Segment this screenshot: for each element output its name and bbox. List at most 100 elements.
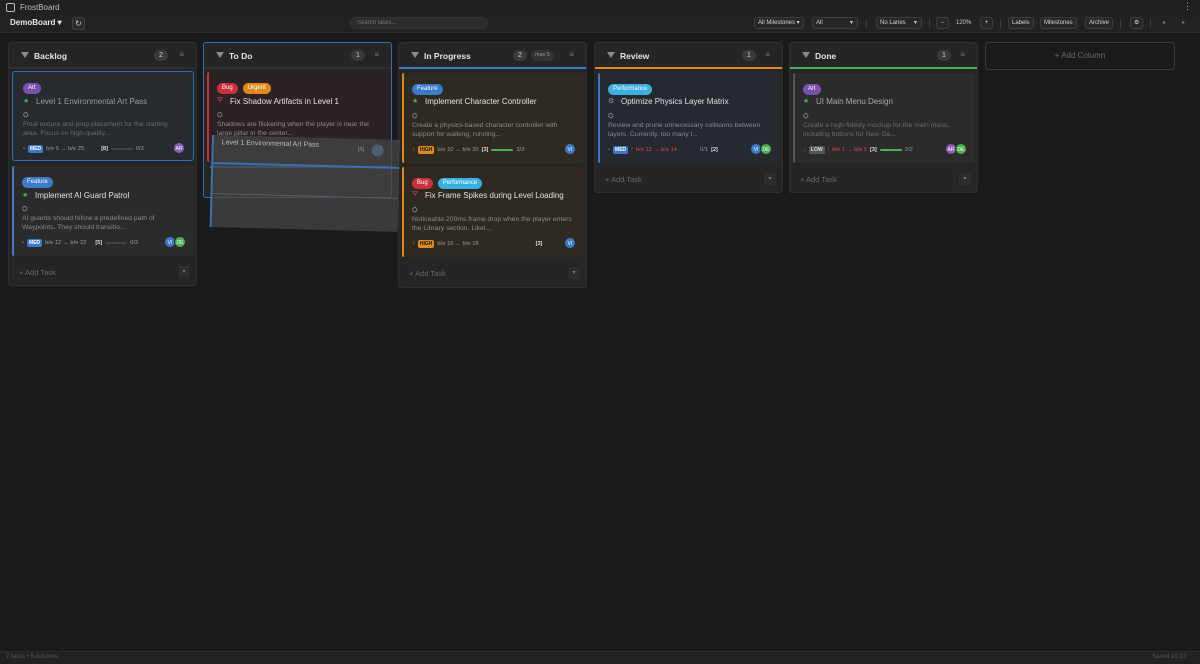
toolbar: DemoBoard ▾ ↻ All Milestones ▾ All ▾ No L… <box>0 15 1200 33</box>
task-count-badge: 1 <box>937 50 951 61</box>
label-chips: Art <box>23 80 43 94</box>
avatar[interactable]: VI <box>564 143 576 155</box>
story-points: [3] <box>481 147 489 153</box>
lanes-select[interactable]: No Lanes ▾ <box>876 17 922 29</box>
search-input[interactable] <box>350 17 488 29</box>
status-bar: 7 tasks • 5 columns Saved 10:37 <box>0 651 1200 664</box>
task-card[interactable]: Art ★ UI Main Menu Design ⛭ Create a hig… <box>793 73 975 163</box>
label-chip: Feature <box>22 177 53 188</box>
chevron-down-icon: ▾ <box>849 20 853 26</box>
column-menu-icon[interactable]: ≡ <box>569 50 574 59</box>
settings-icon[interactable]: ⚙ <box>1130 17 1143 29</box>
add-task-button[interactable]: + Add Task <box>605 175 642 184</box>
assignees: VI DE <box>750 143 772 155</box>
task-card[interactable]: Bug Performance ⛛ Fix Frame Spikes durin… <box>402 167 584 257</box>
label-chips: Feature <box>412 81 445 95</box>
add-task-button[interactable]: + Add Task <box>800 175 837 184</box>
collapse-caret-icon[interactable] <box>802 52 810 58</box>
attachment-icon: ⛭ <box>217 112 223 119</box>
avatar[interactable]: DE <box>174 236 186 248</box>
story-points: [3] <box>870 147 877 153</box>
chevron-down-icon: ▾ <box>913 20 917 26</box>
column-title: Done <box>815 51 837 61</box>
column-menu-icon[interactable]: ≡ <box>374 50 379 59</box>
add-task-options-icon[interactable]: ▾ <box>959 173 971 185</box>
divider <box>866 19 867 28</box>
gear-icon: ⚙ <box>608 98 615 105</box>
label-chip: Performance <box>608 84 653 95</box>
priority-badge: LOW <box>808 146 825 154</box>
star-icon: ★ <box>412 98 419 105</box>
card-stripe <box>793 73 795 163</box>
progress-text: 0/2 <box>130 240 139 246</box>
task-card[interactable]: Art ★ Level 1 Environmental Art Pass ⛭ F… <box>12 71 194 161</box>
divider <box>1120 19 1121 28</box>
collapse-caret-icon[interactable] <box>21 52 29 58</box>
label-chip: Urgent <box>242 83 271 94</box>
task-card[interactable]: Performance ⚙ Optimize Physics Layer Mat… <box>598 73 780 163</box>
priority-badge: HIGH <box>417 146 435 154</box>
app-icon <box>6 3 15 12</box>
back-icon[interactable]: ◂ <box>1162 17 1165 29</box>
app-title: FrostBoard <box>20 3 60 12</box>
column-menu-icon[interactable]: ≡ <box>960 50 965 59</box>
zoom-in-button[interactable]: + <box>980 17 993 29</box>
priority-badge: MED <box>27 239 43 247</box>
avatar[interactable]: VI <box>564 237 576 249</box>
column-title: Review <box>620 51 650 61</box>
labels-button[interactable]: Labels <box>1008 17 1034 29</box>
attachment-icon: ⛭ <box>608 113 614 120</box>
add-task-button[interactable]: + Add Task <box>409 269 446 278</box>
card-meta: ↑ HIGH b/e 16 → b/e 18 [3] <box>412 238 542 250</box>
add-task-options-icon[interactable]: ▾ <box>178 266 190 278</box>
bug-icon: ⛛ <box>217 97 223 104</box>
add-task-options-icon[interactable]: ▾ <box>764 173 776 185</box>
avatar[interactable]: DE <box>955 143 967 155</box>
label-chips: Feature <box>22 174 55 188</box>
card-description: Create a physics-based character control… <box>412 122 558 138</box>
status-filter[interactable]: All ▾ <box>812 17 858 29</box>
card-title: Level 1 Environmental Art Pass <box>36 97 148 106</box>
column-backlog: Backlog 2 ≡ Art ★ Level 1 Environmental … <box>8 42 197 286</box>
avatar[interactable]: DE <box>760 143 772 155</box>
card-description: Create a high-fidelity mockup for the ma… <box>803 122 950 138</box>
task-card[interactable]: Feature ★ Implement AI Guard Patrol ⛭ AI… <box>12 166 194 256</box>
task-card[interactable]: Feature ★ Implement Character Controller… <box>402 73 584 163</box>
label-chips: Bug Performance <box>412 175 484 189</box>
task-count-badge: 1 <box>351 50 365 61</box>
milestones-filter[interactable]: All Milestones ▾ <box>754 17 804 29</box>
collapse-caret-icon[interactable] <box>411 52 419 58</box>
avatar[interactable]: AR <box>173 142 185 154</box>
card-meta: • MED b/e 5 → b/e 25 [8] 0/2 <box>23 143 144 155</box>
add-column-button[interactable]: + Add Column <box>985 42 1175 70</box>
add-task-button[interactable]: + Add Task <box>19 268 56 277</box>
card-description: Final texture and prop placement for the… <box>23 121 168 137</box>
archive-button[interactable]: Archive <box>1085 17 1114 29</box>
collapse-caret-icon[interactable] <box>607 52 615 58</box>
window-menu-icon[interactable]: ⋮ <box>1183 1 1192 12</box>
card-stripe <box>598 73 600 163</box>
card-title: Optimize Physics Layer Matrix <box>621 97 729 106</box>
refresh-icon[interactable]: ↻ <box>72 17 85 30</box>
attachment-icon: ⛭ <box>803 113 809 120</box>
label-chips: Art <box>803 81 823 95</box>
story-points: [3] <box>535 241 543 247</box>
progress-text: 3/3 <box>516 147 525 153</box>
divider <box>1000 19 1001 28</box>
drag-ghost-divider <box>212 193 399 199</box>
overdue-icon: ! <box>631 147 633 153</box>
zoom-out-button[interactable]: − <box>936 17 949 29</box>
forward-icon[interactable]: ▸ <box>1182 17 1185 29</box>
column-header: Done 1 ≡ <box>790 43 977 69</box>
overdue-icon: ! <box>827 147 830 153</box>
add-task-options-icon[interactable]: ▾ <box>568 267 580 279</box>
story-points: [8] <box>101 146 108 152</box>
lanes-label: No Lanes <box>880 20 906 26</box>
card-description: Review and prune unnecessary collisions … <box>608 122 761 138</box>
column-menu-icon[interactable]: ≡ <box>765 50 770 59</box>
assignees: VI <box>564 143 576 155</box>
column-menu-icon[interactable]: ≡ <box>179 50 184 59</box>
collapse-caret-icon[interactable] <box>216 52 224 58</box>
board-selector[interactable]: DemoBoard ▾ <box>10 18 62 27</box>
milestones-button[interactable]: Milestones <box>1040 17 1077 29</box>
